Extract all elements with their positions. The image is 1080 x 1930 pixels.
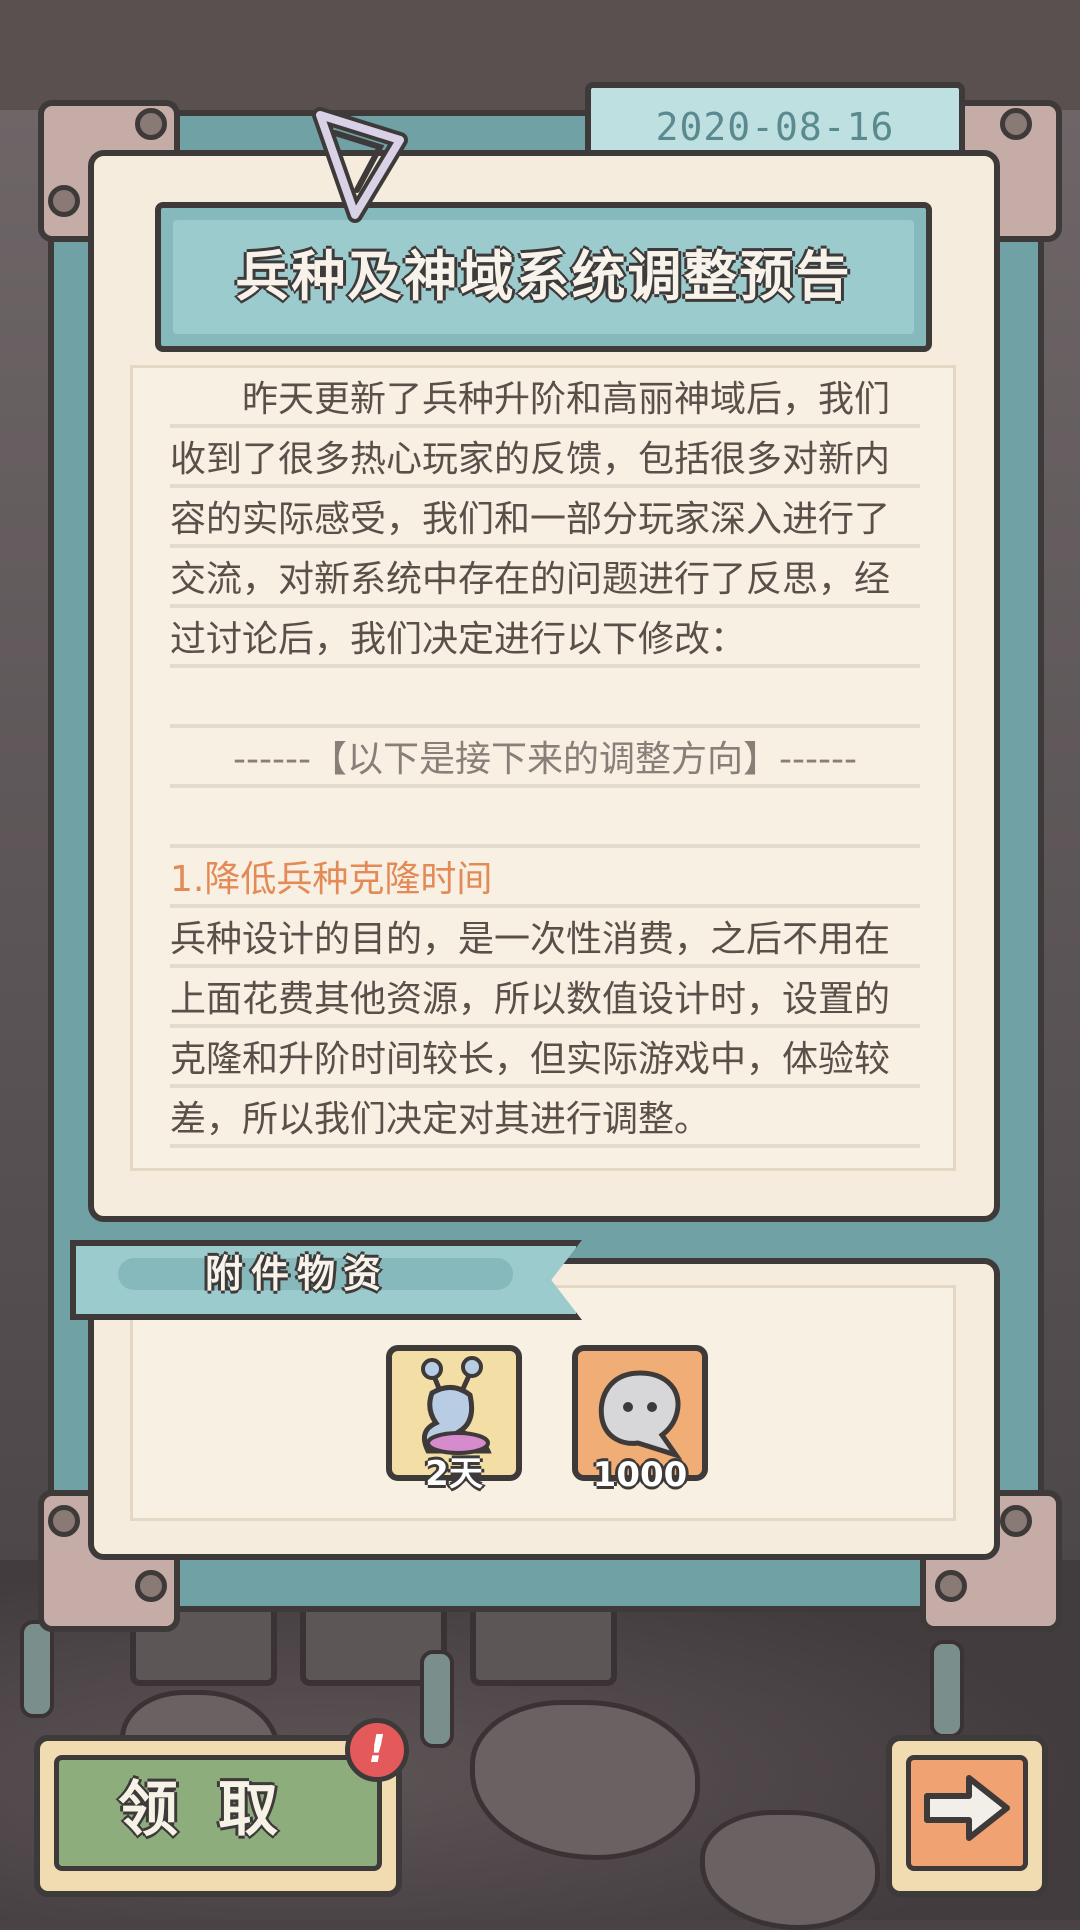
- attachment-item[interactable]: 1000: [572, 1345, 708, 1495]
- paper-clip-icon: [312, 107, 408, 223]
- background-plant: [930, 1640, 964, 1738]
- bolt-icon: [135, 108, 167, 140]
- alert-badge-icon: !: [345, 1718, 409, 1782]
- background-plant: [420, 1650, 454, 1748]
- mail-body: 昨天更新了兵种升阶和高丽神域后，我们收到了很多热心玩家的反馈，包括很多对新内容的…: [170, 370, 920, 1150]
- section-title: 1.降低兵种克隆时间: [170, 859, 493, 900]
- mail-title: 兵种及神域系统调整预告: [235, 245, 852, 308]
- attachments-label: 附件物资: [205, 1252, 390, 1296]
- claim-button-label: 领取: [54, 1755, 382, 1871]
- background-tile: [470, 1600, 617, 1686]
- bolt-icon: [935, 1570, 967, 1602]
- mail-paragraph: 昨天更新了兵种升阶和高丽神域后，我们收到了很多热心玩家的反馈，包括很多对新内容的…: [170, 379, 891, 660]
- bolt-icon: [48, 185, 80, 217]
- bolt-icon: [1000, 1505, 1032, 1537]
- title-banner: 兵种及神域系统调整预告: [155, 202, 932, 352]
- bolt-icon: [135, 1570, 167, 1602]
- bolt-icon: [48, 1505, 80, 1537]
- section-body: 兵种设计的目的，是一次性消费，之后不用在上面花费其他资源，所以数值设计时，设置的…: [170, 919, 891, 1140]
- next-mail-button[interactable]: [886, 1735, 1048, 1897]
- bolt-icon: [1000, 108, 1032, 140]
- right-arrow-icon: [924, 1775, 1010, 1841]
- attachment-quantity: 2天: [425, 1454, 483, 1494]
- section-divider: ------【以下是接下来的调整方向】------: [233, 739, 857, 780]
- next-button-face: [906, 1755, 1028, 1871]
- background-plant: [20, 1620, 54, 1718]
- attachment-item[interactable]: 2天: [386, 1345, 522, 1494]
- attachment-quantity: 1000: [592, 1455, 688, 1495]
- attachments-area: [130, 1285, 956, 1521]
